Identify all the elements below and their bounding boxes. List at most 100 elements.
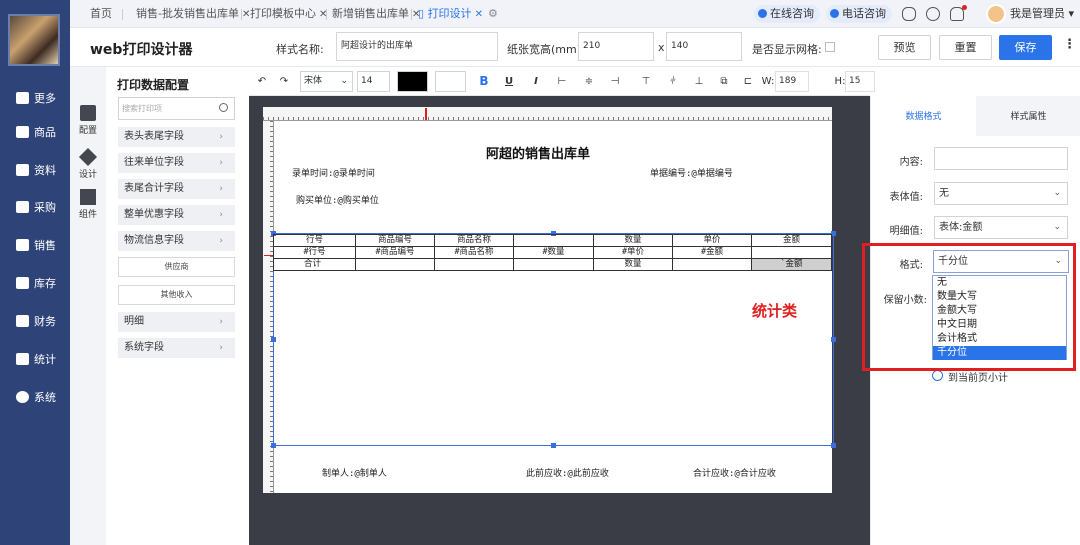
content-input[interactable] (934, 147, 1068, 170)
config-tab[interactable]: 配置 (70, 105, 106, 136)
tab-new-outbound[interactable]: 新增销售出库单 ✕ (332, 0, 420, 28)
table-cell[interactable] (513, 234, 594, 247)
font-color-picker[interactable] (397, 71, 428, 92)
phone-consult-button[interactable]: 电话咨询 (826, 5, 892, 23)
detail-value-select[interactable]: 表体:金额 ⌄ (934, 216, 1068, 239)
table-cell[interactable] (355, 258, 435, 271)
paper-title[interactable]: 阿超的销售出库单 (486, 143, 590, 162)
nav-item-purchase[interactable]: 采购 (0, 193, 70, 221)
field-search-input[interactable]: 搜索打印项 (118, 97, 235, 120)
table-value-select[interactable]: 无 ⌄ (934, 182, 1068, 205)
table-cell[interactable]: 数量 (593, 258, 673, 271)
nav-item-data[interactable]: 资料 (0, 156, 70, 184)
tab-print-template[interactable]: 打印模板中心 ✕ (250, 0, 327, 28)
field-total-receivable[interactable]: 合计应收:@合计应收 (693, 466, 776, 479)
align-right-icon[interactable]: ⊣ (609, 73, 621, 90)
same-size-icon[interactable]: ⧉ (717, 73, 731, 90)
cloud-icon[interactable] (902, 7, 916, 21)
table-cell[interactable]: 单价 (672, 234, 752, 247)
width-input[interactable]: 189 (775, 71, 809, 92)
height-input[interactable]: 15 (845, 71, 875, 92)
table-cell[interactable]: 金额 (751, 234, 832, 247)
field-group-system[interactable]: 系统字段 › (118, 338, 235, 358)
field-prev-receivable[interactable]: 此前应收:@此前应收 (526, 466, 609, 479)
user-avatar-small[interactable] (986, 4, 1006, 24)
nav-item-stats[interactable]: 统计 (0, 345, 70, 373)
user-avatar[interactable] (8, 14, 60, 66)
page-subtotal-radio[interactable] (932, 370, 943, 381)
detail-table[interactable]: 行号 商品编号 商品名称 数量 单价 金额 #行号 #商品编号 #商品名称 #数… (273, 234, 832, 271)
grid-checkbox[interactable] (825, 42, 835, 52)
reset-button[interactable]: 重置 (939, 35, 992, 60)
align-middle-icon[interactable]: ⫩ (667, 73, 679, 90)
paper-height-input[interactable]: 140 (666, 32, 742, 61)
field-other-income-button[interactable]: 其他收入 (118, 285, 235, 305)
table-cell-selected[interactable]: `金额 (751, 258, 832, 271)
table-cell[interactable]: #数量 (513, 246, 594, 259)
table-cell[interactable]: 商品名称 (434, 234, 514, 247)
tab-print-design[interactable]: ▯ 打印设计 ✕ (418, 0, 483, 28)
table-cell[interactable] (513, 258, 594, 271)
field-buyer[interactable]: 购买单位:@购买单位 (296, 193, 379, 206)
table-cell[interactable]: 数量 (593, 234, 673, 247)
italic-button[interactable]: I (529, 73, 543, 90)
design-tab[interactable]: 设计 (70, 147, 106, 180)
field-group-footer-total[interactable]: 表尾合计字段 › (118, 179, 235, 199)
field-group-header-footer[interactable]: 表头表尾字段 › (118, 127, 235, 147)
table-cell[interactable]: 合计 (273, 258, 356, 271)
user-menu[interactable]: 我是管理员 ▾ (1010, 0, 1074, 28)
component-tab[interactable]: 组件 (70, 189, 106, 220)
font-size-input[interactable]: 14 (357, 71, 390, 92)
resize-handle[interactable] (271, 443, 276, 448)
resize-handle[interactable] (831, 443, 836, 448)
font-family-select[interactable]: 宋体 ⌄ (300, 71, 353, 92)
table-cell[interactable]: #金额 (672, 246, 752, 259)
nav-item-stock[interactable]: 库存 (0, 269, 70, 297)
close-icon[interactable]: ✕ (475, 9, 483, 20)
align-center-icon[interactable]: ≑ (583, 73, 595, 90)
distribute-icon[interactable]: ⊏ (741, 73, 755, 90)
field-maker[interactable]: 制单人:@制单人 (322, 466, 387, 479)
table-cell[interactable]: 商品编号 (355, 234, 435, 247)
preview-button[interactable]: 预览 (878, 35, 931, 60)
field-supplier-button[interactable]: 供应商 (118, 257, 235, 277)
align-top-icon[interactable]: ⊤ (640, 73, 652, 90)
align-bottom-icon[interactable]: ⊥ (693, 73, 705, 90)
table-cell[interactable]: #商品名称 (434, 246, 514, 259)
align-left-icon[interactable]: ⊢ (556, 73, 568, 90)
field-doc-no[interactable]: 单据编号:@单据编号 (650, 166, 733, 179)
paper-width-input[interactable]: 210 (578, 32, 654, 61)
undo-icon[interactable]: ↶ (255, 73, 269, 90)
table-cell[interactable] (672, 258, 752, 271)
field-entry-time[interactable]: 录单时间:@录单时间 (292, 166, 375, 179)
resize-handle[interactable] (551, 443, 556, 448)
redo-icon[interactable]: ↷ (277, 73, 291, 90)
bold-button[interactable]: B (477, 73, 491, 90)
style-name-input[interactable]: 阿超设计的出库单 (336, 32, 498, 61)
tab-home[interactable]: 首页 (90, 0, 112, 28)
field-group-detail[interactable]: 明细 › (118, 312, 235, 332)
resize-handle[interactable] (831, 337, 836, 342)
more-vertical-icon[interactable]: ⋮ (1063, 37, 1076, 52)
table-cell[interactable]: #行号 (273, 246, 356, 259)
table-cell[interactable] (434, 258, 514, 271)
tab-sales-outbound[interactable]: 销售-批发销售出库单 ✕ (136, 0, 250, 28)
nav-item-goods[interactable]: 商品 (0, 118, 70, 146)
save-button[interactable]: 保存 (999, 35, 1052, 60)
table-cell[interactable] (751, 246, 832, 259)
table-cell[interactable]: #单价 (593, 246, 673, 259)
table-cell[interactable]: 行号 (273, 234, 356, 247)
bg-color-picker[interactable] (435, 71, 466, 92)
tab-data-format[interactable]: 数据格式 (871, 96, 976, 136)
nav-item-system[interactable]: 系统 (0, 383, 70, 411)
search-icon[interactable] (926, 7, 940, 21)
field-group-logistics[interactable]: 物流信息字段 › (118, 231, 235, 251)
field-group-discount[interactable]: 整单优惠字段 › (118, 205, 235, 225)
nav-item-more[interactable]: 更多 (0, 84, 70, 112)
settings-icon[interactable]: ⚙ (488, 0, 498, 28)
table-cell[interactable]: #商品编号 (355, 246, 435, 259)
online-consult-button[interactable]: 在线咨询 (754, 5, 820, 23)
underline-button[interactable]: U (502, 73, 516, 90)
field-group-partner[interactable]: 往来单位字段 › (118, 153, 235, 173)
tab-style-props[interactable]: 样式属性 (976, 96, 1080, 136)
